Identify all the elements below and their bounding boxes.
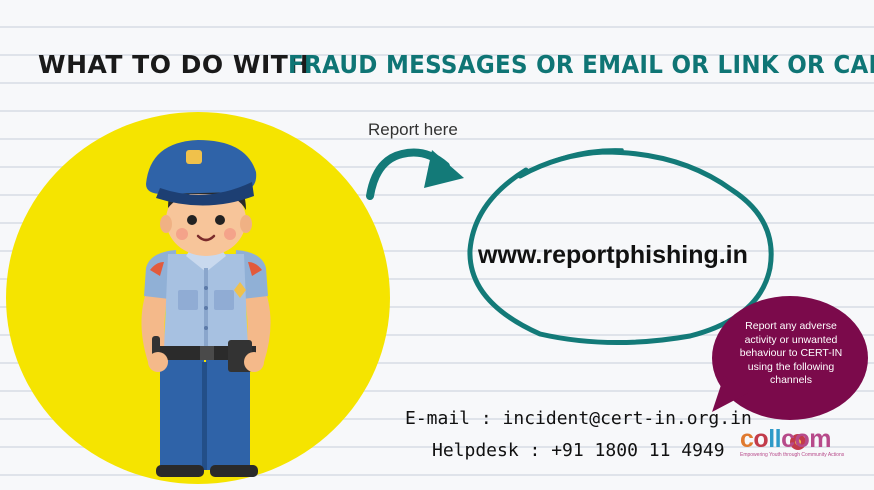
helpdesk-contact: Helpdesk : +91 1800 11 4949 (432, 440, 725, 461)
email-contact: E-mail : incident@cert-in.org.in (405, 408, 752, 429)
website-link[interactable]: www.reportphishing.in (478, 241, 748, 270)
logo-tagline: Empowering Youth through Community Actio… (740, 452, 845, 458)
curved-arrow-icon (366, 148, 464, 200)
logo-wordmark: collcom (740, 425, 831, 453)
bubble-text: Report any adverse activity or unwanted … (739, 320, 843, 386)
collcom-logo: collcom Empowering Youth through Communi… (740, 425, 858, 459)
headline-part-2: FRAUD MESSAGES OR EMAIL OR LINK OR CALL (288, 50, 874, 79)
headline-part-1: WHAT TO DO WITH (38, 50, 310, 79)
report-here-label: Report here (368, 120, 458, 139)
